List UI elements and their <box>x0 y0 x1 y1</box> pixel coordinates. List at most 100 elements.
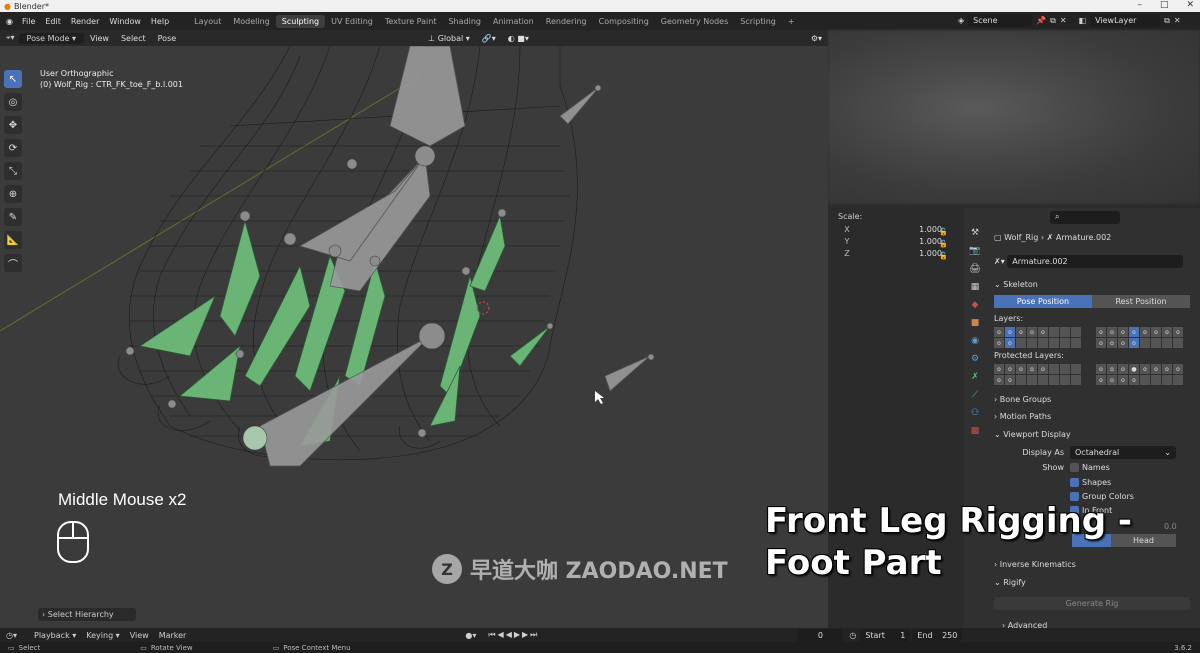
layer-cell[interactable] <box>1071 327 1081 337</box>
end-frame-field[interactable]: End 250 <box>912 628 963 642</box>
layer-cell[interactable] <box>1038 338 1048 348</box>
lock-z-icon[interactable]: 🔓 <box>939 252 948 260</box>
tab-geometry-nodes[interactable]: Geometry Nodes <box>655 15 734 28</box>
layer-cell[interactable]: o <box>1096 338 1106 348</box>
playback-controls-icon[interactable]: ⏮◀◀▶▶⏭ <box>488 630 539 640</box>
layer-cell[interactable] <box>1060 375 1070 385</box>
timeline-view-menu[interactable]: View <box>125 631 154 640</box>
layer-cell[interactable]: o <box>1038 364 1048 374</box>
layer-cell[interactable]: o <box>994 338 1004 348</box>
lock-x-icon[interactable]: 🔓 <box>939 228 948 236</box>
layer-cell[interactable] <box>1140 338 1150 348</box>
tab-shading[interactable]: Shading <box>442 15 487 28</box>
menu-window[interactable]: Window <box>104 17 146 26</box>
layer-cell[interactable] <box>1049 338 1059 348</box>
mode-selector[interactable]: Pose Mode ▾ <box>18 32 84 44</box>
armature-name-field[interactable]: Armature.002 <box>1007 254 1184 268</box>
layer-cell[interactable] <box>1071 375 1081 385</box>
layer-cell[interactable]: o <box>1096 327 1106 337</box>
layer-cell[interactable]: o <box>1129 375 1139 385</box>
layer-cell[interactable] <box>1173 375 1183 385</box>
scene-field[interactable]: Scene <box>968 14 1033 27</box>
layers-grid-right-2[interactable]: oooo <box>1096 338 1183 348</box>
bone-envelope-tool-icon[interactable]: ⌒ <box>4 254 22 272</box>
maximize-icon[interactable]: □ <box>1160 0 1169 10</box>
3d-viewport[interactable]: User Orthographic (0) Wolf_Rig : CTR_FK_… <box>0 46 828 628</box>
layers-grid-right[interactable]: oooooooo <box>1096 327 1183 337</box>
layer-cell[interactable]: o <box>994 375 1004 385</box>
view-layer-icon[interactable]: ◧ <box>1079 16 1087 25</box>
layer-cell[interactable]: o <box>1107 364 1117 374</box>
shapes-checkbox[interactable] <box>1070 477 1079 487</box>
layer-cell[interactable] <box>1151 375 1161 385</box>
menu-edit[interactable]: Edit <box>40 17 66 26</box>
proportional-icon[interactable]: ◐ ■▾ <box>502 34 535 43</box>
view-layer-tab-icon[interactable]: ▦ <box>968 282 982 294</box>
layer-cell[interactable]: o <box>1118 338 1128 348</box>
viewport-display-header[interactable]: ⌄ Viewport Display <box>988 427 1200 441</box>
tab-layout[interactable]: Layout <box>188 15 227 28</box>
add-workspace-icon[interactable]: + <box>782 15 801 28</box>
layer-cell[interactable] <box>1027 375 1037 385</box>
layers-grid-left[interactable]: ooooo <box>994 327 1081 337</box>
armature-data-tab-icon[interactable]: ✗ <box>968 372 982 384</box>
layer-cell[interactable]: o <box>1096 375 1106 385</box>
layer-cell[interactable]: o <box>1005 364 1015 374</box>
layer-cell[interactable]: o <box>1016 364 1026 374</box>
tab-compositing[interactable]: Compositing <box>593 15 655 28</box>
bone-tab-icon[interactable]: ⟋ <box>968 390 982 402</box>
protected-grid-left[interactable]: ooooo <box>994 364 1081 374</box>
protected-grid-right-2[interactable]: oooo <box>1096 375 1183 385</box>
scale-tool-icon[interactable]: ⤡ <box>4 162 22 180</box>
delete-view-layer-icon[interactable]: ✕ <box>1174 16 1181 25</box>
delete-scene-icon[interactable]: ✕ <box>1060 16 1067 25</box>
gizmo-icon[interactable]: ⚙▾ <box>805 34 828 43</box>
layer-cell[interactable]: o <box>1118 364 1128 374</box>
layer-cell[interactable]: o <box>1096 364 1106 374</box>
measure-tool-icon[interactable]: 📐 <box>4 231 22 249</box>
layer-cell[interactable] <box>1162 338 1172 348</box>
layer-cell[interactable]: o <box>1151 364 1161 374</box>
output-tab-icon[interactable]: 🖨 <box>968 264 982 276</box>
rest-position-button[interactable]: Rest Position <box>1092 295 1190 308</box>
clock-icon[interactable]: ◷ <box>849 631 856 640</box>
layer-cell[interactable] <box>1049 327 1059 337</box>
blender-menu-icon[interactable]: ◉ <box>6 17 13 26</box>
layer-cell[interactable]: o <box>1005 327 1015 337</box>
layer-cell[interactable] <box>1071 364 1081 374</box>
layer-cell[interactable]: o <box>1162 327 1172 337</box>
layer-cell[interactable]: o <box>1016 327 1026 337</box>
transform-tool-icon[interactable]: ⊕ <box>4 185 22 203</box>
close-icon[interactable]: ✕ <box>1186 0 1194 10</box>
layer-cell[interactable] <box>1016 375 1026 385</box>
select-hierarchy-panel[interactable]: › Select Hierarchy <box>38 608 136 621</box>
layer-cell[interactable] <box>1016 338 1026 348</box>
bone-constraints-tab-icon[interactable]: ⚇ <box>968 408 982 420</box>
layer-cell[interactable] <box>1038 375 1048 385</box>
scene-icon[interactable]: ◈ <box>958 16 964 25</box>
object-tab-icon[interactable]: ■ <box>968 318 982 330</box>
props-search-input[interactable]: ⌕ <box>1050 210 1120 224</box>
minimize-icon[interactable]: – <box>1137 0 1142 10</box>
annotate-tool-icon[interactable]: ✎ <box>4 208 22 226</box>
layer-cell[interactable] <box>1049 364 1059 374</box>
layer-cell[interactable]: o <box>1107 338 1117 348</box>
tab-texture-paint[interactable]: Texture Paint <box>379 15 443 28</box>
rotate-tool-icon[interactable]: ⟳ <box>4 139 22 157</box>
layer-cell[interactable] <box>1162 375 1172 385</box>
layer-cell[interactable]: o <box>994 327 1004 337</box>
display-as-dropdown[interactable]: Octahedral ⌄ <box>1070 445 1176 459</box>
record-icon[interactable]: ●▾ <box>465 631 476 640</box>
menu-help[interactable]: Help <box>146 17 174 26</box>
names-checkbox[interactable] <box>1070 462 1079 472</box>
layer-cell[interactable]: o <box>994 364 1004 374</box>
protected-grid-right[interactable]: o o o ● o o o o <box>1096 364 1183 374</box>
menu-select[interactable]: Select <box>115 34 152 43</box>
marker-menu[interactable]: Marker <box>154 631 192 640</box>
layer-cell[interactable] <box>1173 338 1183 348</box>
layer-cell[interactable]: ● <box>1129 364 1139 374</box>
snap-icon[interactable]: 🔗▾ <box>476 34 502 43</box>
layer-cell[interactable]: o <box>1027 364 1037 374</box>
select-tool-icon[interactable]: ↖ <box>4 70 22 88</box>
start-frame-field[interactable]: Start 1 <box>860 628 911 642</box>
